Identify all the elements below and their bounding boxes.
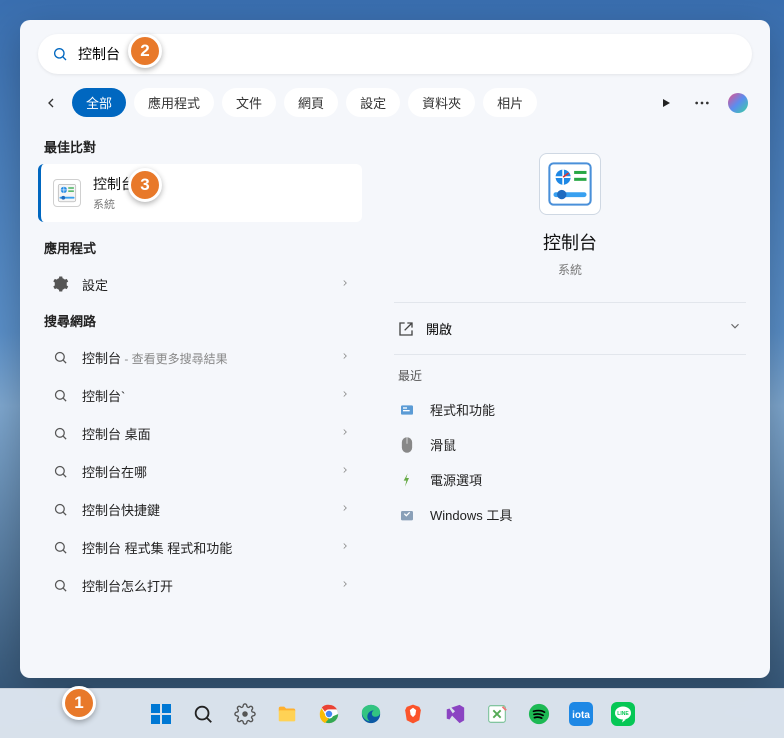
gear-icon xyxy=(50,274,70,294)
web-result[interactable]: 控制台快捷鍵 xyxy=(38,490,362,528)
chevron-right-icon xyxy=(340,386,350,404)
web-result[interactable]: 控制台` xyxy=(38,376,362,414)
chevron-right-icon xyxy=(340,275,350,293)
list-item-label: 控制台 程式集 程式和功能 xyxy=(82,538,328,557)
preview-title: 控制台 xyxy=(394,229,746,255)
taskbar-iota-icon[interactable]: iota xyxy=(567,700,595,728)
search-input[interactable] xyxy=(78,46,738,62)
preview-app-icon xyxy=(539,153,601,215)
tab-all[interactable]: 全部 xyxy=(72,88,126,117)
open-action[interactable]: 開啟 xyxy=(394,303,746,354)
app-settings[interactable]: 設定 xyxy=(38,265,362,303)
taskbar-search-icon[interactable] xyxy=(189,700,217,728)
web-result[interactable]: 控制台 程式集 程式和功能 xyxy=(38,528,362,566)
start-search-panel: 全部 應用程式 文件 網頁 設定 資料夾 相片 最佳比對 控制台 系統 xyxy=(20,20,770,678)
taskbar-chrome-icon[interactable] xyxy=(315,700,343,728)
web-result[interactable]: 控制台 - 查看更多搜尋結果 xyxy=(38,338,362,376)
tab-photos[interactable]: 相片 xyxy=(483,88,537,117)
taskbar: iota LINE xyxy=(0,688,784,738)
start-button[interactable] xyxy=(147,700,175,728)
taskbar-app-icon[interactable] xyxy=(483,700,511,728)
taskbar-spotify-icon[interactable] xyxy=(525,700,553,728)
recent-item[interactable]: 程式和功能 xyxy=(394,392,746,427)
list-item-label: 控制台 - 查看更多搜尋結果 xyxy=(82,348,328,367)
more-button[interactable] xyxy=(688,101,716,105)
list-item-label: 設定 xyxy=(82,275,328,294)
svg-text:LINE: LINE xyxy=(617,711,629,717)
tab-settings[interactable]: 設定 xyxy=(346,88,400,117)
recent-item-label: 滑鼠 xyxy=(430,435,456,454)
taskbar-explorer-icon[interactable] xyxy=(273,700,301,728)
best-match-subtitle: 系統 xyxy=(93,196,135,212)
search-icon xyxy=(50,461,70,481)
chevron-right-icon xyxy=(340,538,350,556)
list-item-label: 控制台怎么打开 xyxy=(82,576,328,595)
taskbar-edge-icon[interactable] xyxy=(357,700,385,728)
tab-documents[interactable]: 文件 xyxy=(222,88,276,117)
recent-item-label: 程式和功能 xyxy=(430,400,495,419)
recent-item[interactable]: Windows 工具 xyxy=(394,497,746,532)
web-result[interactable]: 控制台怎么打开 xyxy=(38,566,362,604)
back-button[interactable] xyxy=(38,90,64,116)
tools-icon xyxy=(398,506,416,524)
web-result[interactable]: 控制台在哪 xyxy=(38,452,362,490)
tab-web[interactable]: 網頁 xyxy=(284,88,338,117)
step-badge-3: 3 xyxy=(128,168,162,202)
search-icon xyxy=(50,499,70,519)
search-icon xyxy=(50,423,70,443)
list-item-label: 控制台快捷鍵 xyxy=(82,500,328,519)
taskbar-visualstudio-icon[interactable] xyxy=(441,700,469,728)
recent-heading: 最近 xyxy=(394,355,746,392)
list-item-label: 控制台 桌面 xyxy=(82,424,328,443)
tab-apps[interactable]: 應用程式 xyxy=(134,88,214,117)
taskbar-line-icon[interactable]: LINE xyxy=(609,700,637,728)
chevron-down-icon[interactable] xyxy=(728,319,742,338)
programs-icon xyxy=(398,401,416,419)
recent-item[interactable]: 電源選項 xyxy=(394,462,746,497)
open-label: 開啟 xyxy=(426,319,452,338)
svg-text:iota: iota xyxy=(572,710,590,721)
results-left: 最佳比對 控制台 系統 應用程式 設定 搜尋網路 xyxy=(20,129,370,678)
copilot-icon[interactable] xyxy=(724,89,752,117)
best-match-result[interactable]: 控制台 系統 xyxy=(38,164,362,222)
chevron-right-icon xyxy=(340,500,350,518)
open-icon xyxy=(398,321,414,337)
step-badge-2: 2 xyxy=(128,34,162,68)
search-icon xyxy=(50,347,70,367)
section-web: 搜尋網路 xyxy=(38,303,362,338)
search-icon xyxy=(50,575,70,595)
search-icon xyxy=(50,537,70,557)
tab-folders[interactable]: 資料夾 xyxy=(408,88,475,117)
list-item-label: 控制台` xyxy=(82,386,328,405)
search-icon xyxy=(52,46,68,62)
control-panel-icon xyxy=(53,179,81,207)
recent-item[interactable]: 滑鼠 xyxy=(394,427,746,462)
chevron-right-icon xyxy=(340,348,350,366)
search-icon xyxy=(50,385,70,405)
preview-subtitle: 系統 xyxy=(394,261,746,278)
step-badge-1: 1 xyxy=(62,686,96,720)
preview-pane: 控制台 系統 開啟 最近 程式和功能滑鼠電源選項 Windows 工具 xyxy=(370,129,770,678)
chevron-right-icon xyxy=(340,576,350,594)
recent-item-label: 電源選項 xyxy=(430,470,482,489)
section-apps: 應用程式 xyxy=(38,230,362,265)
section-best-match: 最佳比對 xyxy=(38,129,362,164)
mouse-icon xyxy=(398,436,416,454)
web-result[interactable]: 控制台 桌面 xyxy=(38,414,362,452)
chevron-right-icon xyxy=(340,462,350,480)
list-item-label: 控制台在哪 xyxy=(82,462,328,481)
taskbar-settings-icon[interactable] xyxy=(231,700,259,728)
power-icon xyxy=(398,471,416,489)
filter-tabs: 全部 應用程式 文件 網頁 設定 資料夾 相片 xyxy=(20,84,770,129)
chevron-right-icon xyxy=(340,424,350,442)
recent-item-label: Windows 工具 xyxy=(430,505,512,524)
play-button[interactable] xyxy=(652,97,680,109)
taskbar-brave-icon[interactable] xyxy=(399,700,427,728)
